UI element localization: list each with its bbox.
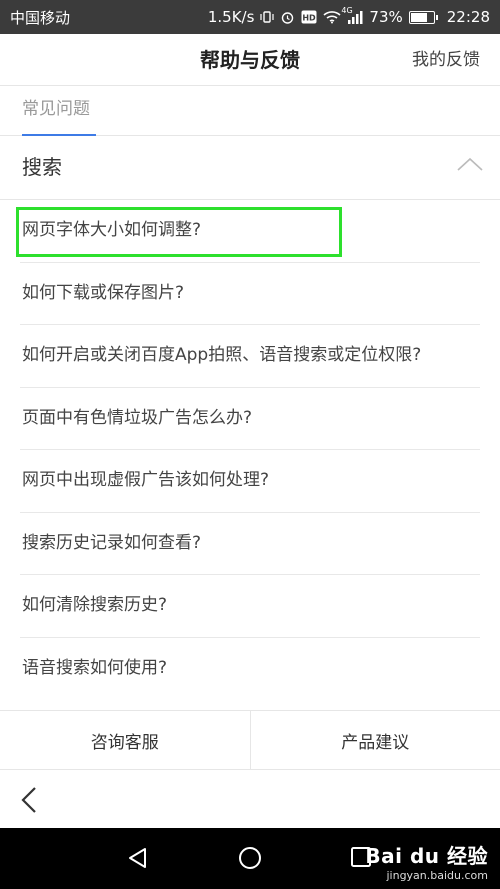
watermark-site: jingyan.baidu.com <box>386 869 488 882</box>
question-text: 如何下载或保存图片? <box>22 282 185 303</box>
question-text: 搜索历史记录如何查看? <box>22 532 202 553</box>
battery-percent: 73% <box>369 8 403 26</box>
back-bar <box>0 770 500 828</box>
question-text: 如何开启或关闭百度App拍照、语音搜索或定位权限? <box>22 345 422 365</box>
vibrate-icon <box>260 10 275 24</box>
tab-faq-label: 常见问题 <box>22 99 90 119</box>
system-nav-bar: Bai du 经验 jingyan.baidu.com <box>0 828 500 889</box>
nav-home-icon[interactable] <box>238 846 262 874</box>
faq-list: 网页字体大小如何调整? 如何下载或保存图片? 如何开启或关闭百度App拍照、语音… <box>0 200 500 700</box>
question-text: 语音搜索如何使用? <box>22 657 168 678</box>
signal-icon: 4G <box>341 6 363 24</box>
list-item[interactable]: 网页中出现虚假广告该如何处理? <box>20 450 480 513</box>
section-header-search[interactable]: 搜索 <box>0 136 500 200</box>
list-item[interactable]: 页面中有色情垃圾广告怎么办? <box>20 388 480 450</box>
my-feedback-link[interactable]: 我的反馈 <box>412 34 480 86</box>
question-text: 网页字体大小如何调整? <box>22 220 202 240</box>
network-speed: 1.5K/s <box>207 8 255 26</box>
list-item[interactable]: 如何下载或保存图片? <box>20 263 480 325</box>
nav-back-icon[interactable] <box>126 846 150 874</box>
back-arrow-icon[interactable] <box>18 786 40 818</box>
consult-service-button[interactable]: 咨询客服 <box>0 711 250 769</box>
tab-faq[interactable]: 常见问题 <box>22 86 96 136</box>
list-item[interactable]: 搜索历史记录如何查看? <box>20 513 480 575</box>
battery-icon <box>408 10 438 24</box>
svg-text:HD: HD <box>303 14 317 23</box>
product-suggestion-button[interactable]: 产品建议 <box>249 711 500 769</box>
list-item[interactable]: 如何清除搜索历史? <box>20 575 480 638</box>
list-item[interactable]: 语音搜索如何使用? <box>20 638 480 701</box>
page-header: 帮助与反馈 我的反馈 <box>0 34 500 86</box>
chevron-up-icon[interactable] <box>456 156 484 176</box>
alarm-icon <box>280 10 295 25</box>
wifi-icon <box>323 10 341 24</box>
list-item[interactable]: 如何开启或关闭百度App拍照、语音搜索或定位权限? <box>20 325 480 388</box>
tab-bar: 常见问题 <box>0 86 500 136</box>
list-item[interactable]: 网页字体大小如何调整? <box>16 200 480 263</box>
action-bar: 咨询客服 产品建议 <box>0 710 500 770</box>
network-type: 4G <box>341 6 353 15</box>
question-text: 如何清除搜索历史? <box>22 595 168 615</box>
section-title: 搜索 <box>22 155 62 179</box>
status-icons: 1.5K/s HD 4G 73% 22:28 <box>207 6 490 26</box>
question-text: 网页中出现虚假广告该如何处理? <box>22 470 270 490</box>
question-text: 页面中有色情垃圾广告怎么办? <box>22 407 253 428</box>
hd-icon: HD <box>301 10 317 24</box>
watermark-brand: Bai du 经验 <box>365 844 488 868</box>
carrier-name: 中国移动 <box>10 8 71 27</box>
baidu-jingyan-watermark: Bai du 经验 jingyan.baidu.com <box>365 840 488 882</box>
status-bar: 中国移动 1.5K/s HD 4G 73% 22:28 <box>0 0 500 34</box>
clock: 22:28 <box>446 8 490 26</box>
